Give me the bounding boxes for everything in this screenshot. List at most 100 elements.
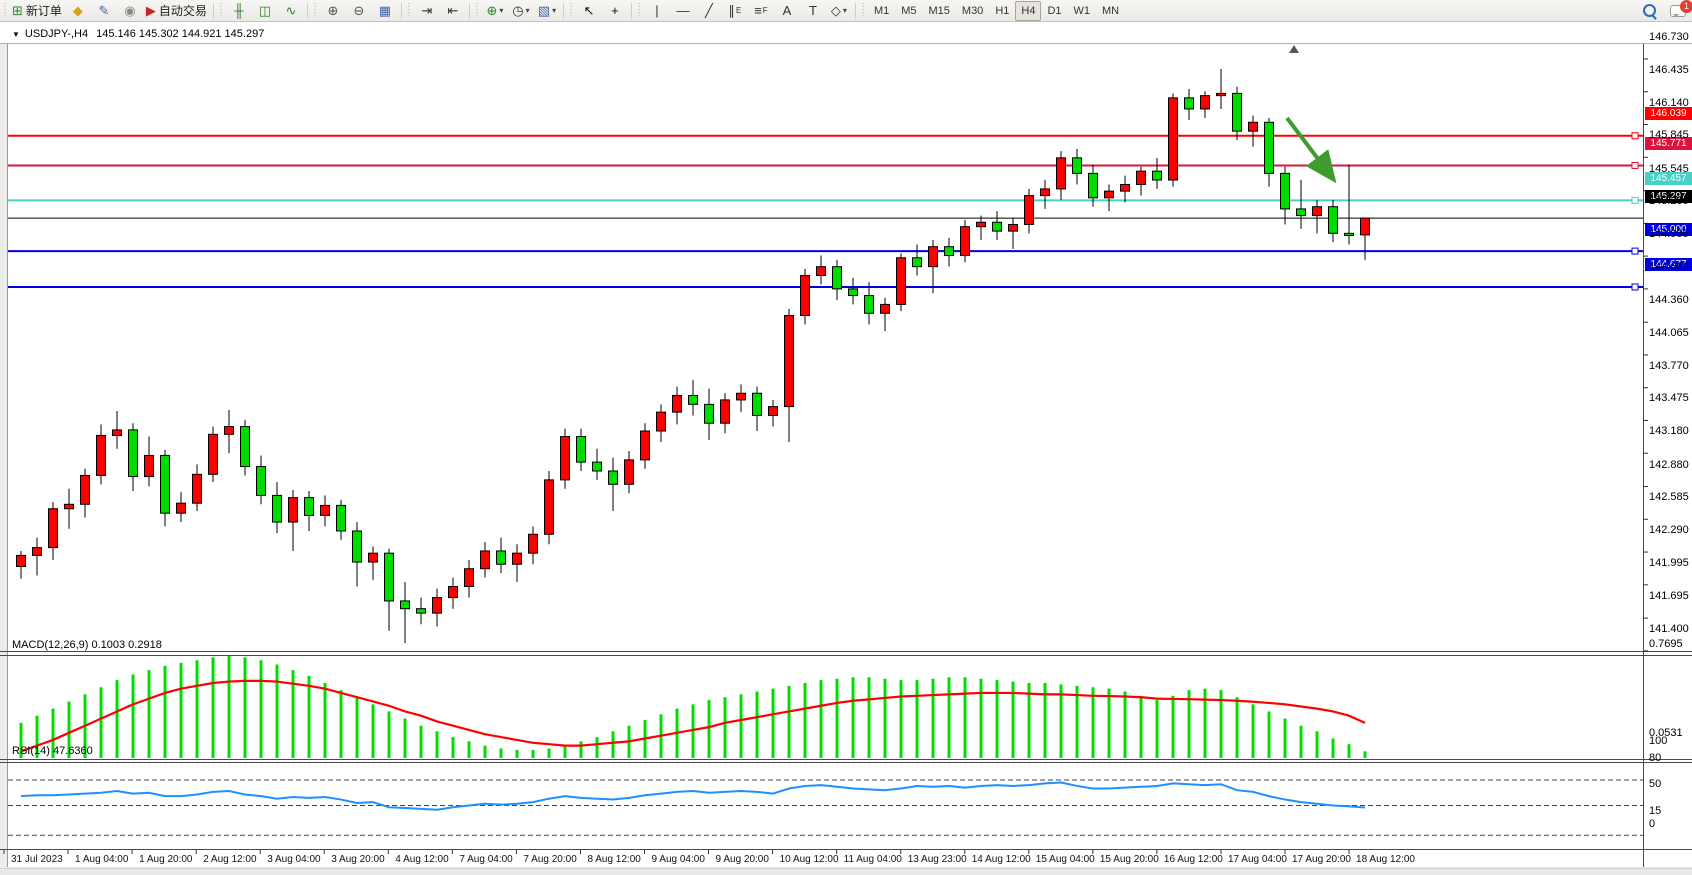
shapes-icon-caret-icon[interactable]: ▾	[843, 6, 847, 15]
candle-30	[497, 551, 506, 564]
ohlc-values: 145.146 145.302 144.921 145.297	[96, 28, 264, 40]
chart-canvas[interactable]	[0, 22, 1692, 874]
crosshair-icon[interactable]: +	[602, 1, 628, 21]
candle-39	[641, 431, 650, 460]
megaphone-icon-glyph: ◆	[73, 4, 83, 17]
fibonacci-icon-letter: F	[763, 6, 768, 15]
metaeditor-icon-glyph: ✎	[98, 4, 109, 17]
metaeditor-icon[interactable]: ✎	[91, 1, 117, 21]
chat-icon[interactable]: 1	[1670, 5, 1686, 17]
candle-62	[1009, 224, 1018, 231]
candle-29	[481, 551, 490, 569]
fibonacci-icon[interactable]: ≡F	[748, 1, 774, 21]
candle-1	[33, 548, 42, 556]
horizontal-line-icon[interactable]: —	[670, 1, 696, 21]
status-strip	[0, 868, 1692, 875]
candle-19	[321, 505, 330, 515]
timeframe-button-m30[interactable]: M30	[956, 1, 989, 21]
chart-shift-icon[interactable]: ⇤	[440, 1, 466, 21]
templates-button[interactable]: ▧▾	[534, 1, 560, 21]
candle-15	[257, 467, 266, 496]
timeframe-button-w1[interactable]: W1	[1068, 1, 1097, 21]
candle-84	[1361, 218, 1370, 235]
support-line-145000-handle[interactable]	[1632, 248, 1638, 254]
text-label-icon[interactable]: T	[800, 1, 826, 21]
timeframe-button-m1[interactable]: M1	[868, 1, 895, 21]
candlestick-chart-icon-glyph: ◫	[259, 4, 271, 17]
autotrading-button-label: 自动交易	[159, 2, 207, 19]
collapse-triangle-icon[interactable]: ▼	[12, 30, 20, 39]
timeframe-button-h1[interactable]: H1	[989, 1, 1015, 21]
timeframe-button-d1[interactable]: D1	[1041, 1, 1067, 21]
time-tick-15: 14 Aug 12:00	[972, 854, 1031, 865]
auto-scroll-icon-glyph: ⇥	[421, 4, 432, 17]
chart-window[interactable]: ▼ USDJPY-,H4 145.146 145.302 144.921 145…	[0, 22, 1692, 852]
candle-28	[465, 569, 474, 587]
price-tick-144.360: 144.360	[1649, 294, 1689, 306]
candle-58	[945, 247, 954, 256]
pivot-line-145457-handle[interactable]	[1632, 197, 1638, 203]
support-line-144677-handle[interactable]	[1632, 284, 1638, 290]
candle-40	[657, 412, 666, 431]
candle-82	[1329, 207, 1338, 234]
tile-windows-icon[interactable]: ▦	[372, 1, 398, 21]
zoom-out-icon[interactable]: ⊖	[346, 1, 372, 21]
candlestick-chart-icon[interactable]: ◫	[252, 1, 278, 21]
resistance-line-146039-handle[interactable]	[1632, 133, 1638, 139]
search-icon[interactable]	[1643, 4, 1656, 17]
zoom-in-icon[interactable]: ⊕	[320, 1, 346, 21]
vertical-line-icon[interactable]: |	[644, 1, 670, 21]
candle-33	[545, 480, 554, 534]
megaphone-icon[interactable]: ◆	[65, 1, 91, 21]
bar-chart-icon[interactable]: ╫	[226, 1, 252, 21]
time-tick-8: 7 Aug 20:00	[523, 854, 576, 865]
bar-chart-icon-glyph: ╫	[234, 4, 243, 17]
candle-18	[305, 498, 314, 516]
cursor-icon[interactable]: ↖	[576, 1, 602, 21]
time-tick-4: 3 Aug 04:00	[267, 854, 320, 865]
timeframe-button-m5[interactable]: M5	[895, 1, 922, 21]
candle-54	[881, 304, 890, 313]
candle-47	[769, 407, 778, 416]
rsi-label: RSI(14) 47.6360	[12, 745, 93, 757]
indicators-glyph: ⊕	[486, 4, 497, 17]
auto-scroll-icon[interactable]: ⇥	[414, 1, 440, 21]
candle-12	[209, 434, 218, 474]
candle-37	[609, 471, 618, 484]
timeframe-button-h4[interactable]: H4	[1015, 1, 1041, 21]
templates-button-caret-icon[interactable]: ▾	[552, 6, 556, 15]
candle-71	[1153, 171, 1162, 180]
timeframe-button-m15[interactable]: M15	[923, 1, 956, 21]
shapes-icon-glyph: ◇	[831, 4, 841, 17]
candle-17	[289, 498, 298, 522]
candle-69	[1121, 184, 1130, 191]
price-tick-143.475: 143.475	[1649, 392, 1689, 404]
periods-button[interactable]: ◷▾	[508, 1, 534, 21]
resistance-line-145771-handle[interactable]	[1632, 162, 1638, 168]
candle-55	[897, 258, 906, 305]
line-chart-icon[interactable]: ∿	[278, 1, 304, 21]
candle-45	[737, 393, 746, 400]
indicators-button-caret-icon[interactable]: ▾	[499, 6, 503, 15]
signals-icon[interactable]: ◉	[117, 1, 143, 21]
autotrading-glyph: ▶	[146, 4, 156, 17]
equidistant-channel-icon[interactable]: ∥E	[722, 1, 748, 21]
crosshair-icon-glyph: +	[611, 4, 619, 17]
trendline-icon[interactable]: ╱	[696, 1, 722, 21]
macd-axis-max: 0.7695	[1649, 638, 1683, 650]
time-tick-10: 9 Aug 04:00	[652, 854, 705, 865]
candle-64	[1041, 189, 1050, 196]
new-order-button[interactable]: ⊞新订单	[9, 1, 65, 21]
timeframe-button-mn[interactable]: MN	[1096, 1, 1125, 21]
price-tick-142.290: 142.290	[1649, 524, 1689, 536]
indicators-button[interactable]: ⊕▾	[482, 1, 508, 21]
autotrading-button[interactable]: ▶自动交易	[143, 1, 210, 21]
candle-78	[1265, 122, 1274, 173]
candle-50	[817, 267, 826, 276]
periods-button-caret-icon[interactable]: ▾	[526, 6, 530, 15]
price-tick-141.695: 141.695	[1649, 590, 1689, 602]
candle-32	[529, 534, 538, 553]
candle-38	[625, 460, 634, 484]
shapes-icon[interactable]: ◇▾	[826, 1, 852, 21]
text-icon[interactable]: A	[774, 1, 800, 21]
